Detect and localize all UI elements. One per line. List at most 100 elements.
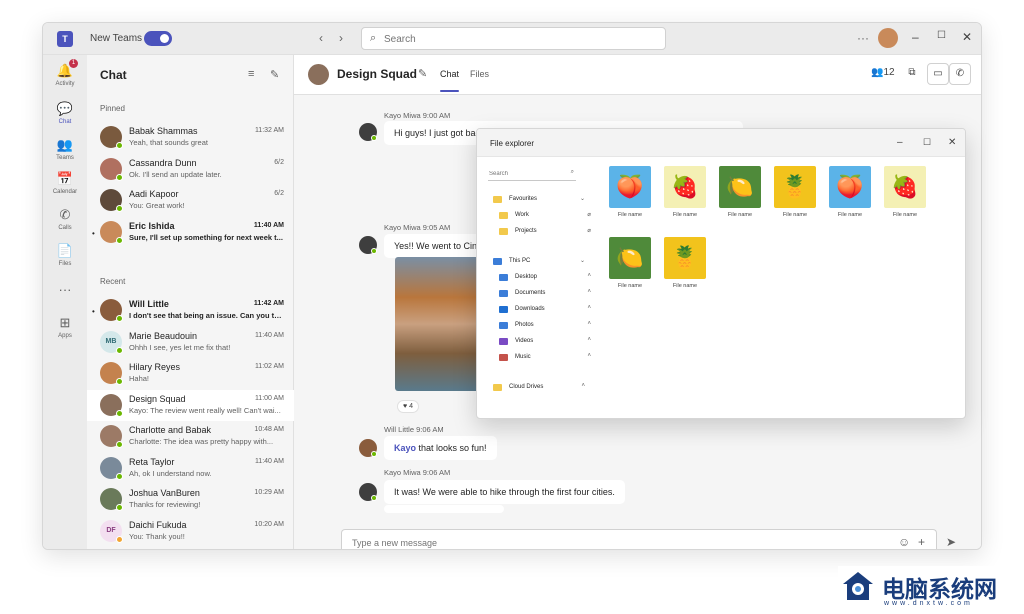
file-tile[interactable]: 🍋 File name <box>715 157 765 218</box>
send-icon[interactable]: ➤ <box>946 535 956 549</box>
chat-list-item[interactable]: Design Squad Kayo: The review went really… <box>87 389 294 421</box>
message-sender: Will Little 9:06 AM <box>384 425 444 434</box>
tree-label: Photos <box>515 322 534 328</box>
rail-item-chat[interactable]: 💬 Chat <box>43 99 87 133</box>
tree-item-music[interactable]: Music ˄ <box>499 353 595 365</box>
new-teams-toggle[interactable] <box>144 31 172 46</box>
chat-list-item[interactable]: Kadji BellYou: I like the idea, let's pi… <box>87 547 294 549</box>
chat-list-item[interactable]: • Eric Ishida Sure, I'll set up something … <box>87 217 294 248</box>
fe-maximize-button[interactable]: ☐ <box>923 137 931 148</box>
rail-item-apps[interactable]: ⊞ Apps <box>43 313 87 347</box>
file-tile[interactable]: 🍋 File name <box>605 228 655 289</box>
rail-label: Teams <box>56 155 74 161</box>
rail-label: Files <box>58 261 72 267</box>
chat-list-item[interactable]: DF Daichi Fukuda You: Thank you!! 10:20 AM <box>87 516 294 547</box>
message-bubble: It was! We were able to hike through the… <box>384 480 625 504</box>
message-input[interactable] <box>352 536 872 549</box>
chat-name: Design Squad <box>129 393 186 404</box>
chat-list-item[interactable]: • Will Little I don't see that being an is… <box>87 295 294 326</box>
rail-item-calendar[interactable]: 📅 Calendar <box>43 169 87 203</box>
presence-indicator <box>116 173 123 181</box>
fe-search[interactable]: ⌕ <box>488 167 576 181</box>
close-button[interactable]: ✕ <box>962 30 972 44</box>
tab-chat[interactable]: Chat <box>440 69 460 92</box>
more-options-button[interactable]: ··· <box>857 31 869 45</box>
search-input[interactable] <box>384 31 654 47</box>
emoji-icon[interactable]: ☺ <box>898 535 910 549</box>
compose-box[interactable]: ☺ + <box>341 529 937 549</box>
tree-item-videos[interactable]: Videos ˄ <box>499 337 595 349</box>
file-tile[interactable]: 🍍 File name <box>770 157 820 218</box>
chat-list-item[interactable]: Cassandra Dunn Ok. I'll send an update la… <box>87 154 294 185</box>
participants-count[interactable]: 👥12 <box>871 67 895 78</box>
profile-avatar[interactable] <box>878 28 898 48</box>
chat-list-item[interactable]: Reta Taylor Ah, ok I understand now. 11:40… <box>87 453 294 484</box>
tree-item-this-pc[interactable]: This PC ⌄ <box>493 257 589 269</box>
file-thumbnail: 🍍 <box>774 166 816 208</box>
forward-button[interactable]: › <box>339 31 343 45</box>
file-thumbnail: 🍋 <box>609 237 651 279</box>
fe-close-button[interactable]: ✕ <box>948 137 956 148</box>
teams-logo-icon: T <box>57 31 73 47</box>
teams-icon: 👥 <box>56 137 74 152</box>
share-screen-icon[interactable]: ⧉ <box>903 63 921 85</box>
global-search[interactable]: ⌕ <box>361 27 666 50</box>
maximize-button[interactable]: ☐ <box>937 30 946 41</box>
title-bar: T New Teams ‹ › ⌕ ··· – ☐ ✕ <box>43 23 981 55</box>
audio-call-button[interactable]: ✆ <box>949 63 971 85</box>
chat-preview: Sure, I'll set up something for next wee… <box>129 232 283 242</box>
file-tile[interactable]: 🍓 File name <box>660 157 710 218</box>
tab-files[interactable]: Files <box>470 69 489 79</box>
message-bubble: Kayo that looks so fun! <box>384 436 497 460</box>
chat-list-item[interactable]: Babak Shammas Yeah, that sounds great 11:3… <box>87 122 294 153</box>
bell-icon: 🔔 <box>56 63 74 78</box>
chat-list-item[interactable]: Charlotte and Babak Charlotte: The idea w… <box>87 421 294 452</box>
chat-list-item[interactable]: Hilary Reyes Haha! 11:02 AM <box>87 358 294 389</box>
fe-search-input[interactable] <box>489 169 559 179</box>
rail-item-files[interactable]: 📄 Files <box>43 241 87 275</box>
chat-list-item[interactable]: MB Marie Beaudouin Ohhh I see, yes let me … <box>87 327 294 358</box>
rail-item-activity[interactable]: 🔔 Activity 1 <box>43 59 87 95</box>
tree-item-desktop[interactable]: Desktop ˄ <box>499 273 595 285</box>
minimize-button[interactable]: – <box>912 30 919 44</box>
tree-item-cloud-drives[interactable]: Cloud Drives ˄ <box>493 383 589 395</box>
back-button[interactable]: ‹ <box>319 31 323 45</box>
chat-name: Will Little <box>129 299 169 309</box>
folder-icon <box>499 354 508 361</box>
chat-time: 11:02 AM <box>254 363 284 370</box>
section-icon <box>493 384 502 391</box>
fe-minimize-button[interactable]: – <box>897 137 903 148</box>
new-chat-icon[interactable]: ✎ <box>270 68 279 81</box>
file-tile[interactable]: 🍓 File name <box>880 157 930 218</box>
tree-item-work[interactable]: Work ⌀ <box>499 211 595 223</box>
tree-label: Desktop <box>515 274 538 280</box>
screen: T New Teams ‹ › ⌕ ··· – ☐ ✕ 🔔 Activity 1 💬 C… <box>0 0 1024 614</box>
mention[interactable]: Kayo <box>394 443 416 453</box>
chat-name: Aadi Kapoor <box>129 189 179 199</box>
group-avatar <box>308 64 329 85</box>
tree-label: Documents <box>515 290 546 296</box>
tree-item-favourites[interactable]: Favourites ⌄ <box>493 195 589 207</box>
chat-time: 10:20 AM <box>254 520 284 528</box>
video-call-button[interactable]: ▭ <box>927 63 949 85</box>
chat-preview: I don't see that being an issue. Can you… <box>129 311 284 320</box>
chat-name: Joshua VanBuren <box>129 488 200 498</box>
file-tile[interactable]: 🍑 File name <box>605 157 655 218</box>
tree-item-documents[interactable]: Documents ˄ <box>499 289 595 301</box>
edit-name-icon[interactable]: ✎ <box>418 67 427 80</box>
file-tile[interactable]: 🍑 File name <box>825 157 875 218</box>
tree-item-projects[interactable]: Projects ⌀ <box>499 227 595 239</box>
message-text: that looks so fun! <box>416 443 487 453</box>
tree-item-downloads[interactable]: Downloads ˄ <box>499 305 595 317</box>
rail-item-more[interactable]: ··· <box>43 280 87 314</box>
chat-list-item[interactable]: Joshua VanBuren Thanks for reviewing! 10:2… <box>87 484 294 515</box>
tree-label: Favourites <box>509 196 538 202</box>
heart-reaction[interactable]: ♥ 4 <box>397 400 419 413</box>
rail-item-teams[interactable]: 👥 Teams <box>43 135 87 169</box>
rail-item-calls[interactable]: ✆ Calls <box>43 205 87 239</box>
filter-icon[interactable]: ≡ <box>248 68 254 80</box>
add-icon[interactable]: + <box>918 535 925 549</box>
tree-item-photos[interactable]: Photos ˄ <box>499 321 595 333</box>
file-tile[interactable]: 🍍 File name <box>660 228 710 289</box>
chat-list-item[interactable]: Aadi Kapoor You: Great work! 6/2 <box>87 185 294 216</box>
